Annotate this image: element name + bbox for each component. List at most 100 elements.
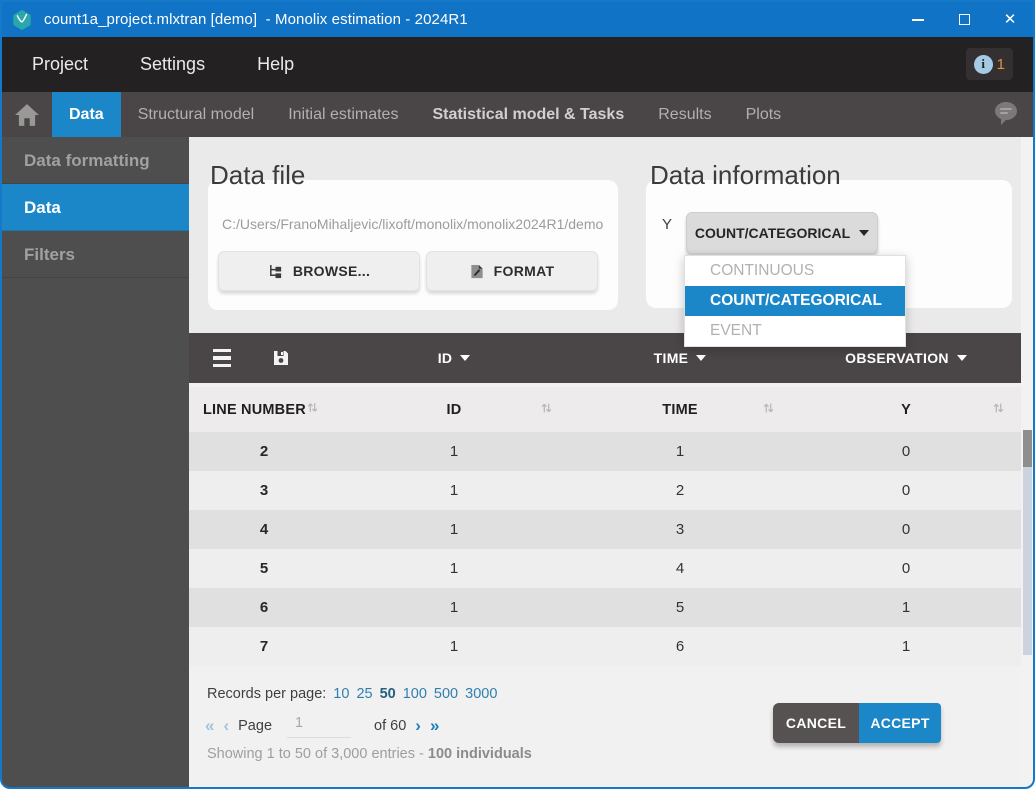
action-buttons: CANCEL ACCEPT: [773, 703, 941, 743]
cell-value: 1: [339, 521, 569, 538]
notification-count: 1: [997, 56, 1005, 73]
column-header-time[interactable]: TIME: [569, 402, 791, 418]
sidebar-item-filters[interactable]: Filters: [2, 231, 189, 278]
cell-value: 1: [339, 443, 569, 460]
tab-results[interactable]: Results: [641, 92, 728, 137]
menu-item-help[interactable]: Help: [257, 54, 294, 75]
chat-bubble-icon: [991, 98, 1021, 128]
observation-field-label: Y: [662, 216, 672, 233]
sidebar-item-data[interactable]: Data: [2, 184, 189, 231]
page-size-option-3000[interactable]: 3000: [465, 686, 497, 702]
tab-statistical-model-tasks[interactable]: Statistical model & Tasks: [415, 92, 641, 137]
column-type-dropdown-time[interactable]: TIME: [569, 350, 791, 366]
first-page-button[interactable]: «: [205, 717, 214, 734]
sort-icon: [540, 401, 553, 418]
column-header-y[interactable]: Y: [791, 402, 1021, 418]
maximize-icon: [959, 14, 970, 25]
table-row: 2110: [189, 432, 1021, 471]
column-type-label: TIME: [654, 350, 689, 366]
notification-chip[interactable]: i 1: [966, 48, 1013, 80]
column-header-label: ID: [447, 402, 462, 418]
cell-value: 1: [339, 560, 569, 577]
observation-type-dropdown[interactable]: COUNT/CATEGORICAL: [686, 212, 878, 254]
cancel-button[interactable]: CANCEL: [773, 703, 859, 743]
cell-value: 6: [569, 638, 791, 655]
column-header-id[interactable]: ID: [339, 402, 569, 418]
sort-icon: [762, 401, 775, 418]
column-type-dropdown-id[interactable]: ID: [339, 350, 569, 366]
browse-button[interactable]: BROWSE...: [218, 251, 420, 291]
observation-type-menu: CONTINUOUSCOUNT/CATEGORICALEVENT: [684, 255, 906, 347]
next-page-button[interactable]: ›: [415, 717, 421, 734]
tab-initial-estimates[interactable]: Initial estimates: [271, 92, 415, 137]
main-tabbar: DataStructural modelInitial estimatesSta…: [2, 92, 1033, 137]
format-button[interactable]: FORMAT: [426, 251, 598, 291]
sidebar-item-data-formatting[interactable]: Data formatting: [2, 137, 189, 184]
data-information-title: Data information: [650, 160, 841, 191]
table-row: 5140: [189, 549, 1021, 588]
cell-value: 0: [791, 521, 1021, 538]
feedback-button[interactable]: [991, 98, 1021, 133]
observation-type-value: COUNT/CATEGORICAL: [695, 225, 850, 241]
sidebar: Data formattingDataFilters: [2, 137, 189, 787]
accept-button[interactable]: ACCEPT: [859, 703, 941, 743]
page-size-option-25[interactable]: 25: [356, 686, 372, 702]
data-file-path: C:/Users/FranoMihaljevic/lixoft/monolix/…: [222, 216, 604, 232]
cell-value: 0: [791, 560, 1021, 577]
column-type-label: OBSERVATION: [845, 350, 949, 366]
save-icon[interactable]: [273, 350, 289, 366]
page-size-option-50[interactable]: 50: [380, 686, 396, 702]
dropdown-option-continuous[interactable]: CONTINUOUS: [685, 256, 905, 286]
data-file-card: C:/Users/FranoMihaljevic/lixoft/monolix/…: [208, 180, 618, 310]
table-scrollbar-thumb[interactable]: [1023, 430, 1032, 467]
chevron-down-icon: [696, 355, 706, 361]
menubar: Project Settings Help: [2, 37, 1033, 92]
chevron-down-icon: [859, 230, 869, 236]
page-label: Page: [238, 718, 272, 734]
cell-value: 2: [569, 482, 791, 499]
dropdown-option-count-categorical[interactable]: COUNT/CATEGORICAL: [685, 286, 905, 316]
table-row: 6151: [189, 588, 1021, 627]
previous-page-button[interactable]: ‹: [223, 717, 229, 734]
minimize-button[interactable]: [895, 2, 941, 37]
table-row: 3120: [189, 471, 1021, 510]
cell-value: 1: [339, 599, 569, 616]
dropdown-option-event[interactable]: EVENT: [685, 316, 905, 346]
close-icon: ✕: [1004, 12, 1017, 27]
tab-structural-model[interactable]: Structural model: [121, 92, 272, 137]
sort-icon: [306, 402, 319, 418]
table-header-row: LINE NUMBER ID TIME Y: [189, 387, 1021, 432]
page-number-input[interactable]: 1: [287, 713, 351, 738]
tab-data[interactable]: Data: [52, 92, 121, 137]
tab-plots[interactable]: Plots: [729, 92, 799, 137]
entries-summary: Showing 1 to 50 of 3,000 entries - 100 i…: [207, 746, 532, 762]
column-type-dropdown-observation[interactable]: OBSERVATION: [791, 350, 1021, 366]
menu-hamburger-button[interactable]: [213, 349, 231, 368]
home-icon: [14, 103, 40, 127]
column-header-label: TIME: [662, 402, 697, 418]
format-button-label: FORMAT: [494, 263, 555, 279]
records-per-page: Records per page: 1025501005003000: [207, 686, 497, 702]
page-size-option-100[interactable]: 100: [403, 686, 427, 702]
maximize-button[interactable]: [941, 2, 987, 37]
table-scrollbar-track[interactable]: [1023, 430, 1032, 655]
info-icon: i: [974, 55, 993, 74]
column-header-line-number[interactable]: LINE NUMBER: [189, 401, 339, 418]
monolix-logo-icon: [11, 9, 33, 31]
minimize-icon: [912, 19, 924, 21]
page-size-option-500[interactable]: 500: [434, 686, 458, 702]
menu-item-settings[interactable]: Settings: [140, 54, 205, 75]
page-size-option-10[interactable]: 10: [333, 686, 349, 702]
last-page-button[interactable]: »: [430, 717, 439, 734]
toolbar-left-group: [189, 349, 339, 368]
format-document-icon: [470, 264, 484, 279]
cell-line-number: 7: [189, 638, 339, 655]
close-button[interactable]: ✕: [987, 2, 1033, 37]
home-button[interactable]: [2, 92, 52, 137]
window-title: count1a_project.mlxtran [demo] - Monolix…: [44, 11, 468, 28]
cell-value: 1: [569, 443, 791, 460]
menu-item-project[interactable]: Project: [32, 54, 88, 75]
individuals-count: 100 individuals: [428, 746, 532, 762]
browse-button-label: BROWSE...: [293, 263, 370, 279]
cell-value: 5: [569, 599, 791, 616]
